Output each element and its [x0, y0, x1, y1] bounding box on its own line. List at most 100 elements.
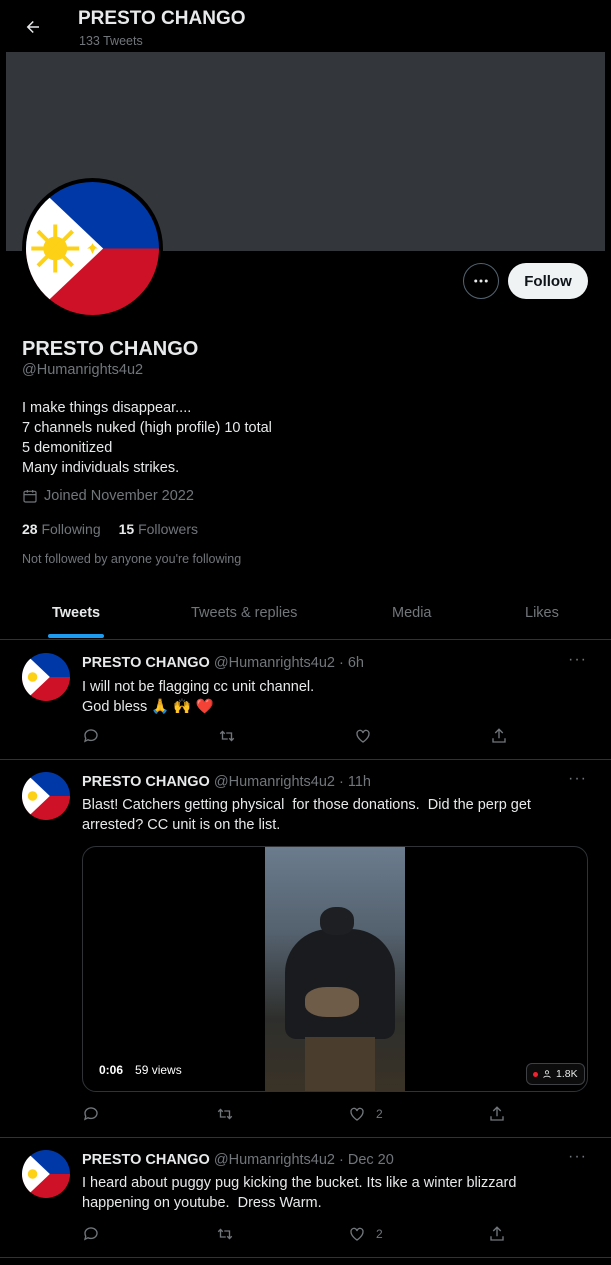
tweet-count: 133 Tweets: [79, 34, 143, 48]
tweet[interactable]: PRESTO CHANGO @Humanrights4u2 · 11h ··· …: [0, 760, 611, 1138]
share-button[interactable]: [488, 1225, 506, 1243]
video-figure-head: [320, 907, 354, 935]
reply-button[interactable]: [82, 1105, 100, 1123]
retweet-icon: [217, 1228, 233, 1240]
follow-stats: 28 Following 15 Followers: [22, 521, 198, 537]
profile-name: PRESTO CHANGO: [22, 338, 199, 360]
header-title: PRESTO CHANGO: [78, 8, 246, 29]
tweet-more-button[interactable]: ···: [568, 651, 587, 669]
philippine-flag-icon: [22, 653, 70, 701]
red-dot-icon: [533, 1071, 538, 1077]
following-count: 28: [22, 521, 38, 537]
bio-line: 5 demonitized: [22, 440, 113, 456]
tab-tweets-replies[interactable]: Tweets & replies: [191, 605, 297, 621]
video-ground: [305, 1037, 375, 1091]
tweet-line: arrested? CC unit is on the list.: [82, 817, 281, 833]
reply-button[interactable]: [82, 1225, 100, 1243]
author-meta[interactable]: @Humanrights4u2 · 6h: [214, 655, 364, 671]
arrow-left-icon: [26, 21, 39, 33]
heart-icon: [350, 1107, 364, 1121]
tweet-header: PRESTO CHANGO @Humanrights4u2 · 11h: [82, 774, 371, 790]
like-button[interactable]: [354, 727, 382, 745]
video-info: 0:06 59 views: [99, 1063, 182, 1077]
reply-button[interactable]: [82, 727, 100, 745]
calendar-icon: [23, 490, 37, 503]
heart-icon: [350, 1227, 364, 1241]
profile-avatar[interactable]: [22, 178, 163, 319]
like-button[interactable]: 2: [348, 1105, 383, 1123]
followers-link[interactable]: 15 Followers: [119, 521, 198, 537]
back-button[interactable]: [16, 10, 50, 44]
tweet-more-button[interactable]: ···: [568, 1148, 587, 1166]
video-thumbnail: [265, 847, 405, 1091]
tweet-header: PRESTO CHANGO @Humanrights4u2 · Dec 20: [82, 1152, 394, 1168]
profile-handle: @Humanrights4u2: [22, 362, 144, 378]
retweet-button[interactable]: [216, 1225, 234, 1243]
more-horizontal-icon: [474, 279, 488, 283]
bio-line: Many individuals strikes.: [22, 460, 180, 476]
bio-line: I make things disappear....: [22, 400, 192, 416]
share-button[interactable]: [490, 727, 508, 745]
more-options-button[interactable]: [463, 263, 499, 299]
reply-icon: [83, 1107, 98, 1121]
retweet-icon: [219, 730, 235, 742]
following-link[interactable]: 28 Following: [22, 521, 101, 537]
share-button[interactable]: [488, 1105, 506, 1123]
tweet-line: happening on youtube. Dress Warm.: [82, 1195, 322, 1211]
video-player[interactable]: 0:06 59 views 1.8K: [82, 846, 588, 1092]
tweet-line: I heard about puggy pug kicking the buck…: [82, 1175, 517, 1191]
author-name[interactable]: PRESTO CHANGO: [82, 774, 210, 790]
avatar[interactable]: [22, 653, 70, 701]
retweet-button[interactable]: [218, 727, 236, 745]
like-count: 2: [376, 1227, 383, 1241]
tab-tweets[interactable]: Tweets: [52, 605, 100, 621]
tweet-line: God bless 🙏 🙌 ❤️: [82, 699, 214, 715]
top-bar: PRESTO CHANGO 133 Tweets: [0, 0, 611, 52]
followers-label: Followers: [138, 521, 198, 537]
profile-tabs: Tweets Tweets & replies Media Likes: [0, 588, 611, 640]
tab-media[interactable]: Media: [392, 605, 432, 621]
share-icon: [490, 1226, 504, 1241]
followers-count: 15: [118, 521, 135, 537]
tweet-text: I will not be flagging cc unit channel. …: [82, 677, 582, 717]
tweet-text: I heard about puggy pug kicking the buck…: [82, 1173, 582, 1213]
philippine-flag-icon: [22, 772, 70, 820]
reply-icon: [83, 729, 98, 743]
retweet-button[interactable]: [216, 1105, 234, 1123]
like-button[interactable]: 2: [348, 1225, 383, 1243]
philippine-flag-icon: [26, 182, 159, 315]
tweet[interactable]: PRESTO CHANGO @Humanrights4u2 · Dec 20 ·…: [0, 1138, 611, 1258]
tweet-text: Blast! Catchers getting physical for tho…: [82, 795, 582, 835]
tweet-actions: [82, 727, 512, 747]
tweet-more-button[interactable]: ···: [568, 770, 587, 788]
tweet-header: PRESTO CHANGO @Humanrights4u2 · 6h: [82, 655, 364, 671]
avatar[interactable]: [22, 772, 70, 820]
avatar[interactable]: [22, 1150, 70, 1198]
tweet[interactable]: PRESTO CHANGO @Humanrights4u2 · 6h ··· I…: [0, 641, 611, 760]
author-meta[interactable]: @Humanrights4u2 · Dec 20: [214, 1152, 394, 1168]
video-duration: 0:06: [99, 1063, 124, 1077]
tab-likes[interactable]: Likes: [525, 605, 559, 621]
video-figure: [285, 929, 395, 1039]
author-name[interactable]: PRESTO CHANGO: [82, 655, 210, 671]
share-icon: [492, 728, 506, 743]
philippine-flag-icon: [22, 1150, 70, 1198]
author-name[interactable]: PRESTO CHANGO: [82, 1152, 210, 1168]
joined-text: Joined November 2022: [44, 488, 194, 504]
active-tab-indicator: [48, 634, 104, 638]
not-followed-note: Not followed by anyone you're following: [22, 552, 242, 566]
video-views: 59 views: [135, 1063, 182, 1077]
profile-bio: I make things disappear.... 7 channels n…: [22, 398, 272, 478]
tweet-actions: 2: [82, 1225, 512, 1245]
follow-button[interactable]: Follow: [508, 263, 588, 299]
view-badge-count: 1.8K: [556, 1068, 578, 1080]
tweet-line: Blast! Catchers getting physical for tho…: [82, 797, 531, 813]
tweet-line: I will not be flagging cc unit channel.: [82, 679, 315, 695]
reply-icon: [83, 1227, 98, 1241]
view-count-badge: 1.8K: [526, 1063, 585, 1085]
tweet-actions: 2: [82, 1105, 512, 1125]
author-meta[interactable]: @Humanrights4u2 · 11h: [214, 774, 371, 790]
video-figure-hands: [305, 987, 359, 1017]
bio-line: 7 channels nuked (high profile) 10 total: [22, 420, 272, 436]
joined-date: Joined November 2022: [22, 488, 194, 504]
